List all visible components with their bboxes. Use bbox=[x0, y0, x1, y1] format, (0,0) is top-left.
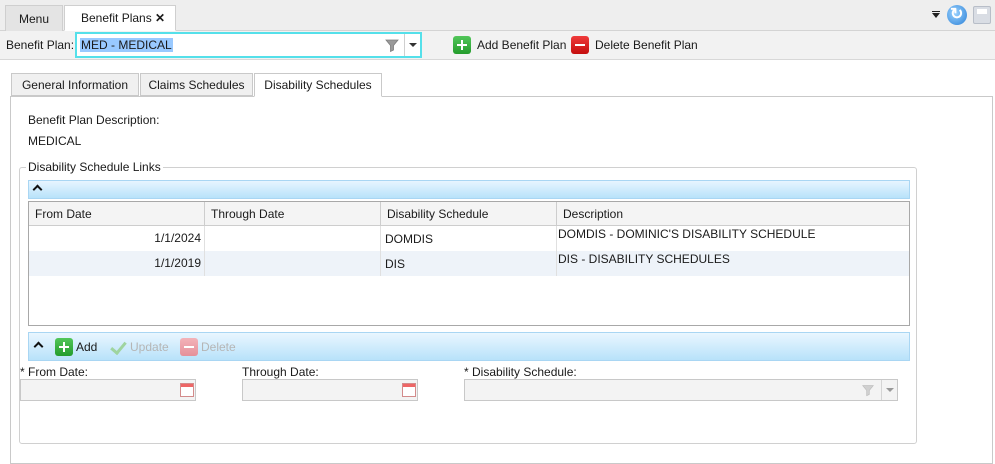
document-tabstrip: Menu Benefit Plans ✕ bbox=[0, 0, 995, 31]
cell-through-date bbox=[205, 226, 381, 251]
update-button[interactable]: Update bbox=[109, 338, 169, 356]
cell-description: DIS - DISABILITY SCHEDULES bbox=[558, 252, 730, 266]
grid-header: From Date Through Date Disability Schedu… bbox=[29, 202, 909, 226]
benefit-plan-detail: General Information Claims Schedules Dis… bbox=[10, 73, 993, 464]
tab-claims-schedules-label: Claims Schedules bbox=[148, 77, 245, 92]
tab-benefit-plans-label: Benefit Plans bbox=[81, 11, 152, 25]
add-benefit-plan-button[interactable]: Add Benefit Plan bbox=[453, 34, 566, 56]
tab-claims-schedules[interactable]: Claims Schedules bbox=[140, 73, 253, 96]
tab-general-information[interactable]: General Information bbox=[11, 73, 139, 96]
disability-schedule-select[interactable] bbox=[464, 379, 898, 401]
save-icon[interactable] bbox=[973, 6, 991, 24]
cell-through-date bbox=[205, 251, 381, 276]
refresh-icon[interactable] bbox=[947, 4, 967, 25]
description-label: Benefit Plan Description: bbox=[28, 113, 160, 127]
calendar-icon[interactable] bbox=[180, 383, 194, 397]
checkmark-icon bbox=[109, 338, 127, 356]
benefit-plan-label: Benefit Plan: bbox=[6, 38, 75, 52]
benefit-plan-value[interactable]: MED - MEDICAL bbox=[80, 38, 173, 52]
cell-disability-schedule: DOMDIS bbox=[381, 226, 557, 251]
group-title: Disability Schedule Links bbox=[26, 160, 163, 174]
tab-menu[interactable]: Menu bbox=[5, 5, 63, 31]
from-date-label: * From Date: bbox=[20, 365, 89, 379]
editor-action-bar: Add Update Delete bbox=[28, 332, 910, 361]
cell-from-date: 1/1/2024 bbox=[29, 226, 205, 251]
minus-icon bbox=[180, 338, 198, 356]
add-button-label: Add bbox=[76, 340, 98, 354]
close-icon[interactable]: ✕ bbox=[155, 11, 165, 25]
disability-schedule-label: * Disability Schedule: bbox=[464, 365, 577, 379]
disability-schedules-panel: Benefit Plan Description: MEDICAL Disabi… bbox=[10, 96, 993, 464]
column-header-through-date[interactable]: Through Date bbox=[205, 202, 381, 226]
window-actions bbox=[931, 4, 991, 25]
plus-icon bbox=[453, 36, 471, 54]
tab-disability-schedules-label: Disability Schedules bbox=[264, 78, 372, 92]
table-row[interactable]: 1/1/2019 DIS DIS - DISABILITY SCHEDULES bbox=[29, 251, 909, 276]
disability-schedule-grid: From Date Through Date Disability Schedu… bbox=[28, 201, 910, 326]
through-date-field[interactable] bbox=[242, 379, 418, 401]
tab-disability-schedules[interactable]: Disability Schedules bbox=[254, 73, 382, 97]
delete-button-label: Delete bbox=[201, 340, 236, 354]
chevron-up-icon[interactable] bbox=[35, 343, 43, 351]
calendar-icon[interactable] bbox=[402, 383, 416, 397]
update-button-label: Update bbox=[130, 340, 169, 354]
tab-benefit-plans[interactable]: Benefit Plans ✕ bbox=[64, 5, 176, 31]
disability-schedule-links-group: Disability Schedule Links From Date Thro… bbox=[19, 160, 917, 444]
tab-menu-label: Menu bbox=[18, 11, 50, 26]
cell-disability-schedule: DIS bbox=[381, 251, 557, 276]
column-header-from-date[interactable]: From Date bbox=[29, 202, 205, 226]
add-button[interactable]: Add bbox=[55, 338, 97, 356]
chevron-down-icon[interactable] bbox=[404, 34, 420, 56]
tab-general-information-label: General Information bbox=[21, 77, 129, 92]
through-date-label: Through Date: bbox=[242, 365, 319, 379]
table-row[interactable]: 1/1/2024 DOMDIS DOMDIS - DOMINIC'S DISAB… bbox=[29, 226, 909, 251]
chevron-down-icon[interactable] bbox=[881, 380, 897, 400]
chevron-up-icon[interactable] bbox=[34, 186, 42, 194]
funnel-icon[interactable] bbox=[384, 37, 400, 53]
grid-collapse-bar[interactable] bbox=[28, 180, 910, 199]
column-header-disability-schedule[interactable]: Disability Schedule bbox=[381, 202, 557, 226]
funnel-icon[interactable] bbox=[861, 383, 875, 397]
delete-benefit-plan-button[interactable]: Delete Benefit Plan bbox=[571, 34, 698, 56]
cell-description: DOMDIS - DOMINIC'S DISABILITY SCHEDULE bbox=[558, 227, 816, 241]
description-value: MEDICAL bbox=[28, 134, 82, 148]
plus-icon bbox=[55, 338, 73, 356]
benefit-plan-toolbar: Benefit Plan: MED - MEDICAL Add Benefit … bbox=[0, 31, 995, 60]
column-header-description[interactable]: Description bbox=[557, 202, 909, 226]
delete-benefit-plan-label: Delete Benefit Plan bbox=[595, 38, 698, 52]
add-benefit-plan-label: Add Benefit Plan bbox=[477, 38, 567, 52]
cell-from-date: 1/1/2019 bbox=[29, 251, 205, 276]
tab-list-dropdown-icon[interactable] bbox=[931, 10, 941, 20]
minus-icon bbox=[571, 36, 589, 54]
delete-button[interactable]: Delete bbox=[180, 338, 236, 356]
benefit-plan-select[interactable]: MED - MEDICAL bbox=[75, 32, 422, 58]
from-date-field[interactable] bbox=[20, 379, 196, 401]
